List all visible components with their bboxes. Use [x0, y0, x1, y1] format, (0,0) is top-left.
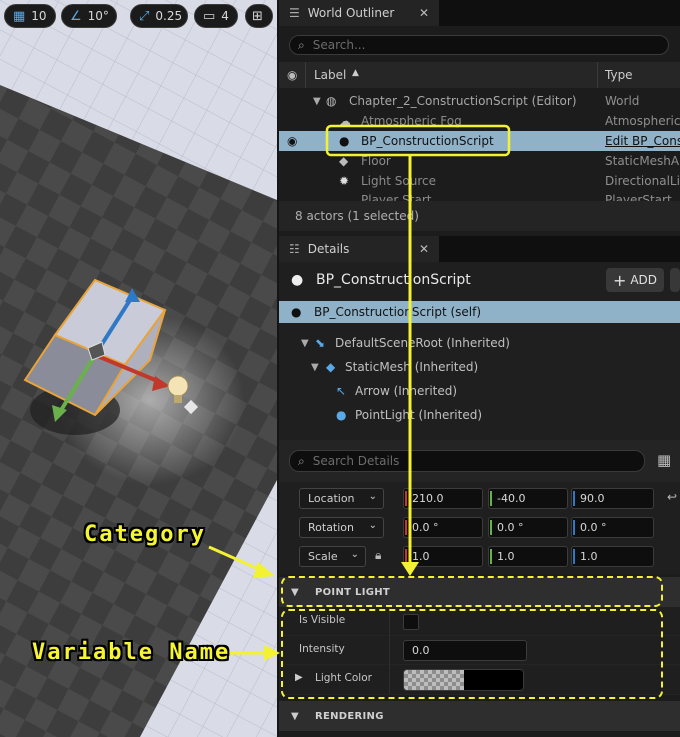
variable-highlight-box [281, 609, 663, 699]
variable-name-annotation: Variable Name [32, 640, 231, 665]
category-highlight-box [281, 576, 663, 607]
category-annotation: Category [84, 522, 206, 547]
